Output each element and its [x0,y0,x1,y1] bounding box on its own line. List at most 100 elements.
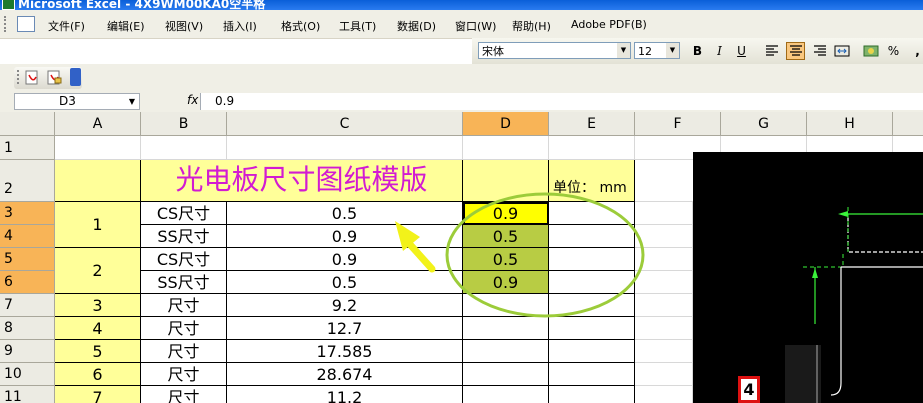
cell-e11[interactable] [549,386,635,403]
row-header-4[interactable]: 4 [0,225,55,248]
cell-a5-merged[interactable]: 2 [55,248,141,294]
pdf-toolbar [0,64,923,90]
row-header-10[interactable]: 10 [0,363,55,386]
cell-d9[interactable] [463,340,549,363]
cell-a11[interactable]: 7 [55,386,141,403]
align-right-icon[interactable] [810,42,829,60]
cell-f10[interactable] [635,363,693,386]
cell-b5[interactable]: CS尺寸 [141,248,227,271]
column-header-b[interactable]: B [141,112,227,136]
menu-window[interactable]: 窗口(W) [455,18,496,34]
menu-help[interactable]: 帮助(H) [512,18,551,34]
chevron-down-icon[interactable]: ▼ [666,43,679,58]
cell-c10[interactable]: 28.674 [227,363,463,386]
convert-to-pdf-icon[interactable] [24,70,40,85]
font-name-select[interactable]: 宋体 ▼ [478,42,631,59]
cell-b10[interactable]: 尺寸 [141,363,227,386]
drawing-label-box: 4 [738,376,760,403]
cad-drawing-image[interactable]: 4 [693,152,923,403]
cell-d1[interactable] [463,136,549,160]
bold-button[interactable]: B [688,42,707,60]
italic-button[interactable]: I [710,42,729,60]
menu-bar: 文件(F) 编辑(E) 视图(V) 插入(I) 格式(O) 工具(T) 数据(D… [0,10,923,39]
formatting-toolbar: 宋体 ▼ 12 ▼ B I U % , [472,38,923,64]
row-header-11[interactable]: 11 [0,386,55,403]
column-header-g[interactable]: G [721,112,807,136]
column-header-a[interactable]: A [55,112,141,136]
menu-adobe-pdf[interactable]: Adobe PDF(B) [571,18,647,31]
column-header-e[interactable]: E [549,112,635,136]
menu-insert[interactable]: 插入(I) [223,18,257,34]
grip-icon [4,16,9,32]
cell-b3[interactable]: CS尺寸 [141,202,227,225]
annotation-overlay [395,192,645,318]
row-header-5[interactable]: 5 [0,248,55,271]
comma-button[interactable]: , [908,42,923,60]
workbook-icon[interactable] [17,16,35,32]
percent-button[interactable]: % [884,42,903,60]
cell-c1[interactable] [227,136,463,160]
cell-a8[interactable]: 4 [55,317,141,340]
cell-a2[interactable] [55,160,141,202]
align-left-icon[interactable] [762,42,781,60]
row-header-2[interactable]: 2 [0,160,55,202]
name-box-value: D3 [59,94,76,108]
currency-icon[interactable] [861,42,880,60]
row-header-6[interactable]: 6 [0,271,55,294]
font-size-select[interactable]: 12 ▼ [634,42,680,59]
column-header-h[interactable]: H [807,112,893,136]
cell-a3-merged[interactable]: 1 [55,202,141,248]
menu-data[interactable]: 数据(D) [397,18,436,34]
row-header-3[interactable]: 3 [0,202,55,225]
underline-button[interactable]: U [732,42,751,60]
row-header-7[interactable]: 7 [0,294,55,317]
cell-b8[interactable]: 尺寸 [141,317,227,340]
formula-input[interactable]: 0.9 [200,93,923,110]
cell-b6[interactable]: SS尺寸 [141,271,227,294]
column-header-f[interactable]: F [635,112,721,136]
cell-e9[interactable] [549,340,635,363]
column-header-d[interactable]: D [463,112,549,136]
cell-b9[interactable]: 尺寸 [141,340,227,363]
cell-a7[interactable]: 3 [55,294,141,317]
cell-e10[interactable] [549,363,635,386]
cell-d10[interactable] [463,363,549,386]
chevron-down-icon[interactable]: ▼ [129,94,135,109]
cell-d11[interactable] [463,386,549,403]
cell-a1[interactable] [55,136,141,160]
cell-a10[interactable]: 6 [55,363,141,386]
formula-bar: D3 ▼ fx 0.9 [0,90,923,113]
toolbar-options-icon[interactable] [70,68,81,86]
align-center-icon[interactable] [786,42,805,60]
menu-view[interactable]: 视图(V) [165,18,203,34]
cell-b11[interactable]: 尺寸 [141,386,227,403]
merge-center-icon[interactable] [832,42,851,60]
highlight-circle-annotation [445,192,645,318]
cell-a9[interactable]: 5 [55,340,141,363]
row-header-9[interactable]: 9 [0,340,55,363]
column-header-c[interactable]: C [227,112,463,136]
column-header-i[interactable] [893,112,923,136]
menu-tools[interactable]: 工具(T) [339,18,376,34]
insert-function-icon[interactable]: fx [187,93,198,107]
cell-c9[interactable]: 17.585 [227,340,463,363]
pdf-email-icon[interactable] [46,70,62,85]
font-name-value: 宋体 [482,45,504,58]
cell-f9[interactable] [635,340,693,363]
cell-b4[interactable]: SS尺寸 [141,225,227,248]
cad-drawing-lines [785,207,923,403]
row-header-8[interactable]: 8 [0,317,55,340]
cell-f11[interactable] [635,386,693,403]
cell-c11[interactable]: 11.2 [227,386,463,403]
chevron-down-icon[interactable]: ▼ [617,43,630,58]
name-box[interactable]: D3 ▼ [14,93,140,110]
cell-b7[interactable]: 尺寸 [141,294,227,317]
select-all-corner[interactable] [0,112,55,136]
menu-edit[interactable]: 编辑(E) [107,18,145,34]
cell-e1[interactable] [549,136,635,160]
window-title: Microsoft Excel - 4X9WM00KA0空半格 [18,0,266,10]
cell-b1[interactable] [141,136,227,160]
menu-format[interactable]: 格式(O) [281,18,320,34]
row-header-1[interactable]: 1 [0,136,55,160]
menu-file[interactable]: 文件(F) [48,18,85,34]
